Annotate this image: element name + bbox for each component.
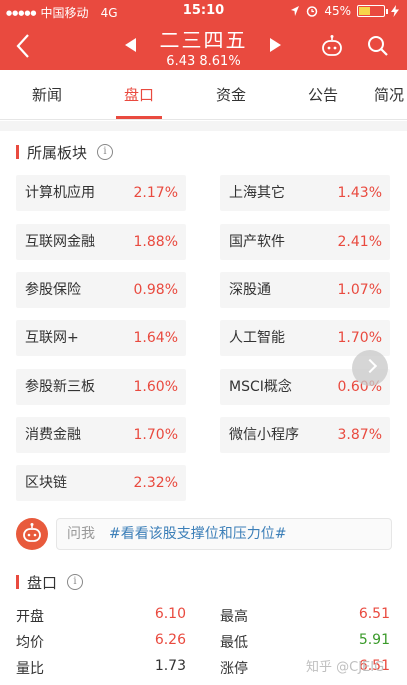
- quote-label-high: 最高: [220, 609, 248, 625]
- sector-name: 计算机应用: [25, 185, 95, 201]
- sector-name: 互联网金融: [25, 234, 95, 250]
- sector-card[interactable]: 微信小程序 3.87%: [220, 417, 390, 453]
- tab-announcements[interactable]: 公告: [288, 70, 358, 120]
- chevron-right-icon: [362, 358, 378, 374]
- info-icon[interactable]: i: [67, 574, 84, 590]
- stock-price-change: 6.43 8.61%: [166, 54, 241, 69]
- charging-icon: [391, 5, 399, 17]
- robot-icon: [23, 523, 41, 542]
- sector-name: 国产软件: [229, 234, 285, 250]
- sector-card[interactable]: 参股保险 0.98%: [16, 272, 186, 308]
- sectors-title: 所属板块: [27, 143, 88, 162]
- active-tab-indicator: [116, 116, 162, 119]
- quote-value-volume-ratio: 1.73: [154, 658, 186, 674]
- sector-change: 2.32%: [133, 475, 178, 491]
- scroll-right-button[interactable]: [352, 350, 388, 386]
- tab-funds[interactable]: 资金: [196, 70, 266, 120]
- sector-name: 上海其它: [229, 185, 285, 201]
- info-icon[interactable]: i: [97, 144, 114, 160]
- sector-name: 微信小程序: [229, 427, 299, 443]
- battery-fill: [359, 7, 370, 15]
- quote-label-limit-up: 涨停: [220, 661, 248, 677]
- ask-prefix: 问我: [67, 526, 95, 542]
- stock-title: 二三四五: [159, 28, 248, 52]
- quote-title: 盘口: [27, 573, 58, 592]
- quote-value-avg: 6.26: [154, 632, 186, 648]
- ask-suggestion-link[interactable]: #看看该股支撑位和压力位#: [109, 519, 286, 549]
- status-bar: ●●●●● 中国移动 4G 15:10 45%: [0, 0, 407, 22]
- sector-card[interactable]: 国产软件 2.41%: [220, 224, 390, 260]
- sector-name: 消费金融: [25, 427, 81, 443]
- sector-name: 深股通: [229, 282, 271, 298]
- ask-input[interactable]: 问我 #看看该股支撑位和压力位#: [56, 518, 392, 550]
- sector-card[interactable]: 上海其它 1.43%: [220, 175, 390, 211]
- sector-change: 1.60%: [133, 379, 178, 395]
- sector-change: 1.70%: [133, 427, 178, 443]
- quote-label-open: 开盘: [16, 609, 44, 625]
- next-stock-icon[interactable]: [270, 38, 281, 52]
- sector-card[interactable]: 消费金融 1.70%: [16, 417, 186, 453]
- quote-label-avg: 均价: [16, 635, 44, 651]
- search-icon[interactable]: [366, 34, 390, 58]
- sector-change: 0.98%: [133, 282, 178, 298]
- battery-percent: 45%: [324, 4, 351, 18]
- sector-name: MSCI概念: [229, 379, 292, 395]
- tab-bar: 新闻 盘口 资金 公告 简况: [0, 70, 407, 120]
- tab-news[interactable]: 新闻: [12, 70, 82, 120]
- sector-card[interactable]: 参股新三板 1.60%: [16, 369, 186, 405]
- status-right: 45%: [290, 4, 399, 18]
- quote-value-high: 6.51: [358, 606, 390, 622]
- sector-card[interactable]: 计算机应用 2.17%: [16, 175, 186, 211]
- sector-name: 人工智能: [229, 330, 285, 346]
- alarm-icon: [307, 6, 318, 17]
- sector-change: 1.07%: [337, 282, 382, 298]
- title-block: 二三四五 6.43 8.61%: [0, 24, 407, 69]
- robot-avatar[interactable]: [16, 518, 48, 550]
- quote-value-low: 5.91: [358, 632, 390, 648]
- battery-icon: [357, 5, 388, 17]
- sector-card[interactable]: 互联网+ 1.64%: [16, 320, 186, 356]
- sector-name: 参股新三板: [25, 379, 95, 395]
- sector-change: 2.17%: [133, 185, 178, 201]
- sector-name: 区块链: [25, 475, 67, 491]
- quote-header: 盘口 i: [16, 571, 84, 593]
- tab-profile[interactable]: 简况: [374, 70, 407, 120]
- sector-card[interactable]: 深股通 1.07%: [220, 272, 390, 308]
- sector-change: 2.41%: [337, 234, 382, 250]
- sector-card[interactable]: 互联网金融 1.88%: [16, 224, 186, 260]
- sector-change: 1.43%: [337, 185, 382, 201]
- quote-label-volume-ratio: 量比: [16, 661, 44, 677]
- sector-change: 1.88%: [133, 234, 178, 250]
- tab-quote[interactable]: 盘口: [104, 70, 174, 120]
- location-icon: [291, 6, 300, 16]
- sector-name: 参股保险: [25, 282, 81, 298]
- robot-assistant-icon[interactable]: [320, 34, 344, 58]
- nav-bar: 二三四五 6.43 8.61%: [0, 22, 407, 70]
- quote-value-open: 6.10: [154, 606, 186, 622]
- section-accent-bar: [16, 575, 19, 589]
- quote-label-low: 最低: [220, 635, 248, 651]
- ask-assistant-row: 问我 #看看该股支撑位和压力位#: [0, 512, 407, 560]
- sector-change: 1.64%: [133, 330, 178, 346]
- section-accent-bar: [16, 145, 19, 159]
- sector-card[interactable]: 区块链 2.32%: [16, 465, 186, 501]
- watermark: 知乎 @CJEIG: [306, 660, 385, 675]
- sectors-header: 所属板块 i: [16, 141, 114, 163]
- sector-name: 互联网+: [25, 330, 79, 346]
- section-divider: [0, 121, 407, 131]
- sector-change: 3.87%: [337, 427, 382, 443]
